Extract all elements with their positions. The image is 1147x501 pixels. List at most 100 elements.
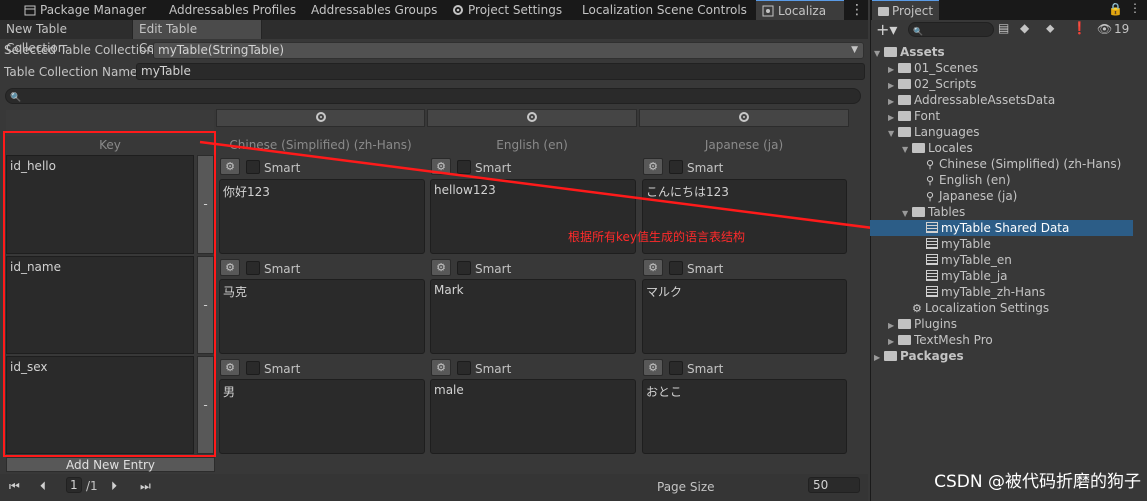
smart-checkbox[interactable] [457, 361, 471, 375]
entry-settings-icon[interactable]: ⚙ [431, 259, 451, 276]
smart-checkbox[interactable] [669, 261, 683, 275]
entry-settings-icon[interactable]: ⚙ [643, 259, 663, 276]
translation-field[interactable]: Mark [430, 279, 636, 354]
translation-field[interactable]: male [430, 379, 636, 454]
entry-settings-icon[interactable]: ⚙ [431, 359, 451, 376]
search-input[interactable]: 🔍 [5, 88, 861, 104]
smart-checkbox[interactable] [457, 261, 471, 275]
tree-item[interactable]: ⚲ English (en) [874, 172, 1011, 188]
smart-checkbox[interactable] [457, 160, 471, 174]
entry-settings-icon[interactable]: ⚙ [431, 158, 451, 175]
folder-icon [898, 335, 911, 345]
tab-label: Package Manager [40, 3, 147, 17]
last-page-icon[interactable]: ⏭ [140, 479, 151, 494]
subtab-new-table-collection[interactable]: New Table Collection [0, 20, 133, 55]
entry-settings-icon[interactable]: ⚙ [220, 359, 240, 376]
column-settings-button[interactable] [427, 109, 637, 127]
tree-item[interactable]: ⚲ Chinese (Simplified) (zh-Hans) [874, 156, 1121, 172]
tree-item[interactable]: ▼ Languages [874, 124, 979, 140]
localization-icon [527, 112, 537, 122]
next-page-icon[interactable]: ⏵ [111, 479, 117, 494]
smart-label: Smart [475, 362, 512, 376]
filter-by-label-icon[interactable]: ◆ [1020, 21, 1029, 35]
smart-label: Smart [475, 161, 512, 175]
tab-package-manager[interactable]: Package Manager [18, 0, 152, 20]
tab-addressables-groups[interactable]: Addressables Groups [305, 0, 443, 20]
smart-checkbox[interactable] [669, 361, 683, 375]
translation-field[interactable]: 你好123 [219, 179, 425, 254]
tree-item[interactable]: ▶ AddressableAssetsData [874, 92, 1055, 108]
smart-checkbox[interactable] [246, 160, 260, 174]
tree-item-label: English (en) [939, 173, 1011, 187]
tab-localization-tables[interactable]: Localiza [756, 0, 844, 20]
first-page-icon[interactable]: ⏮ [9, 479, 20, 494]
locale-pin-icon: ⚲ [926, 190, 935, 203]
tree-item-label: myTable [941, 237, 991, 251]
hidden-packages-icon[interactable]: 👁 [1097, 22, 1112, 36]
tree-item-label: myTable_ja [941, 269, 1008, 283]
tab-localization-scene-controls[interactable]: Localization Scene Controls [576, 0, 753, 20]
tree-item[interactable]: myTable_zh-Hans [874, 284, 1045, 300]
tree-item[interactable]: myTable [874, 236, 991, 252]
tag-icon[interactable]: ⬥ [1046, 21, 1054, 36]
smart-label: Smart [264, 262, 301, 276]
tree-item[interactable]: ⚲ Japanese (ja) [874, 188, 1017, 204]
entry-settings-icon[interactable]: ⚙ [643, 158, 663, 175]
smart-checkbox[interactable] [669, 160, 683, 174]
collection-name-value: myTable [141, 64, 191, 78]
translation-field[interactable]: 马克 [219, 279, 425, 354]
folder-icon [898, 95, 911, 105]
selected-collection-dropdown[interactable]: myTable(StringTable) ▼ [153, 42, 864, 59]
caret-right-icon[interactable]: ▶ [874, 350, 884, 366]
tree-item[interactable]: myTable_en [874, 252, 1012, 268]
tree-item[interactable]: ▶ TextMesh Pro [874, 332, 993, 348]
smart-label: Smart [475, 262, 512, 276]
folder-icon [912, 143, 925, 153]
tab-project-settings[interactable]: Project Settings [446, 0, 568, 20]
tree-item[interactable]: ▶ Packages [874, 348, 964, 364]
collection-name-input[interactable]: myTable [136, 63, 865, 80]
project-search-input[interactable]: 🔍 [908, 22, 994, 37]
search-by-type-icon[interactable]: ▤ [998, 21, 1009, 35]
previous-page-icon[interactable]: ⏴ [40, 479, 46, 494]
tree-item[interactable]: ▼ Assets [874, 44, 945, 60]
smart-checkbox[interactable] [246, 361, 260, 375]
localization-icon [315, 112, 326, 122]
create-asset-button[interactable]: +▾ [876, 20, 897, 39]
column-settings-button[interactable] [639, 109, 849, 127]
pager-bar [0, 474, 868, 501]
entry-settings-icon[interactable]: ⚙ [220, 259, 240, 276]
page-size-label: Page Size [657, 480, 715, 494]
tab-addressables-profiles[interactable]: Addressables Profiles [163, 0, 302, 20]
entry-settings-icon[interactable]: ⚙ [220, 158, 240, 175]
tree-item[interactable]: myTable Shared Data [870, 220, 1133, 236]
tree-item[interactable]: ▼ Locales [874, 140, 973, 156]
tree-item[interactable]: ▶ 02_Scripts [874, 76, 976, 92]
page-size-input[interactable]: 50 [808, 477, 860, 493]
translation-field[interactable]: 男 [219, 379, 425, 454]
folder-icon [912, 207, 925, 217]
add-new-entry-button[interactable]: Add New Entry [6, 457, 215, 472]
tree-item[interactable]: myTable_ja [874, 268, 1008, 284]
more-options-icon[interactable]: ⋮ [1129, 1, 1141, 15]
translation-field[interactable]: マルク [642, 279, 847, 354]
tree-item[interactable]: ▼ Tables [874, 204, 965, 220]
tree-item[interactable]: ▶ Plugins [874, 316, 957, 332]
tree-item[interactable]: ⚙ Localization Settings [874, 300, 1049, 316]
smart-label: Smart [687, 262, 724, 276]
entry-settings-icon[interactable]: ⚙ [643, 359, 663, 376]
smart-label: Smart [264, 161, 301, 175]
more-options-icon[interactable]: ⋮ [850, 0, 864, 20]
page-number-input[interactable]: 1 [66, 477, 82, 493]
tree-item[interactable]: ▶ Font [874, 108, 940, 124]
warning-icon[interactable]: ❗ [1072, 21, 1087, 35]
tree-item[interactable]: ▶ 01_Scenes [874, 60, 978, 76]
column-settings-button[interactable] [216, 109, 425, 127]
translation-field[interactable]: おとこ [642, 379, 847, 454]
lock-icon[interactable]: 🔒 [1108, 2, 1123, 16]
tab-project[interactable]: Project [872, 0, 940, 20]
smart-checkbox[interactable] [246, 261, 260, 275]
gear-icon [452, 2, 464, 15]
project-tab-bar: Project 🔒 ⋮ [870, 0, 1147, 20]
subtab-edit-table-collection[interactable]: Edit Table Collection [133, 20, 262, 55]
